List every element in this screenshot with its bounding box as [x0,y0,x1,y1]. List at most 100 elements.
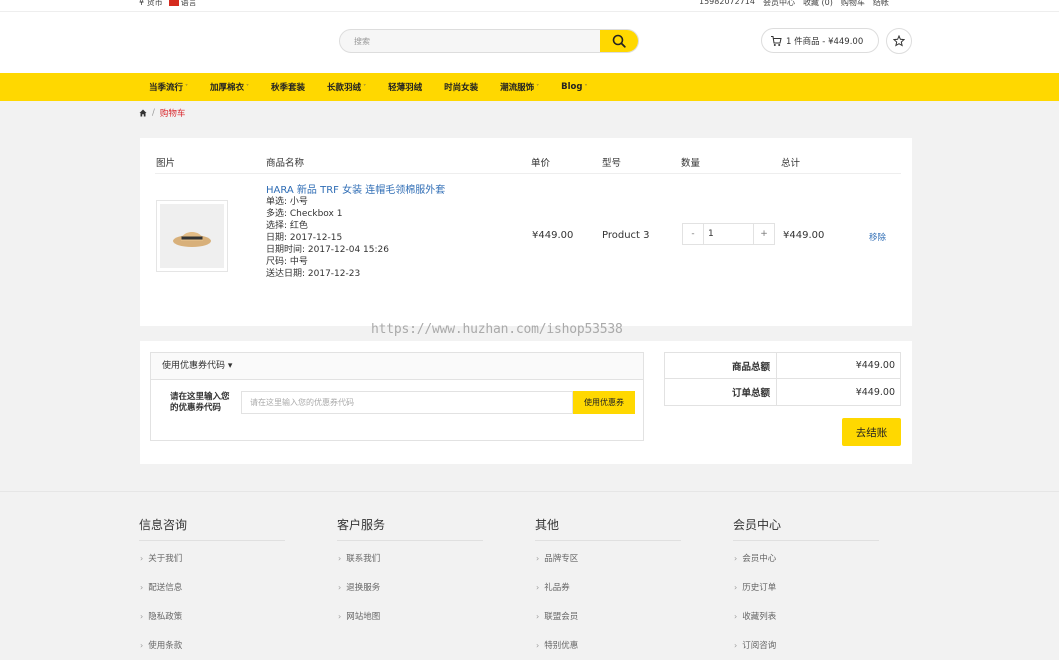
chevron-right-icon: › [734,612,738,621]
coupon-input[interactable] [241,391,573,414]
footer-link[interactable]: › 品牌专区 [535,552,681,581]
cart-icon [771,35,782,46]
product-name-link[interactable]: HARA 新品 TRF 女装 连帽毛领棉服外套 [266,181,445,196]
nav-item-label: 潮流服饰 [500,83,535,93]
home-icon[interactable] [139,109,147,117]
qty-increase-button[interactable]: + [754,229,774,239]
checkout-link[interactable]: 结帐 [873,0,889,8]
footer-link[interactable]: › 会员中心 [733,552,879,581]
chevron-right-icon: › [536,641,540,650]
footer-link[interactable]: › 网站地图 [337,610,483,639]
cart-link[interactable]: 购物车 [841,0,865,8]
breadcrumb-separator: / [152,108,155,118]
footer-link[interactable]: › 特别优惠 [535,639,681,660]
quantity-stepper: - 1 + [682,223,775,245]
checkout-button[interactable]: 去结账 [842,418,901,446]
line-total: ¥449.00 [783,230,825,241]
watermark-text: https://www.huzhan.com/ishop53538 [371,322,623,337]
apply-coupon-button[interactable]: 使用优惠券 [573,391,635,414]
chevron-right-icon: › [140,641,144,650]
nav-item-label: 当季流行 [149,83,184,93]
nav-item[interactable]: 当季流行 ˅ [149,81,188,93]
currency-selector[interactable]: ¥ 货币 [139,0,163,8]
search-button[interactable] [600,30,638,52]
subtotal-value: ¥449.00 [855,360,895,371]
coupon-toggle[interactable]: 使用优惠券代码 ▾ [151,353,643,380]
language-selector[interactable]: 语言 [168,0,197,8]
totals-row: 订单总额 ¥449.00 [665,379,900,405]
cart-summary-button[interactable]: 1 件商品 - ¥449.00 [761,28,879,53]
qty-input[interactable]: 1 [703,224,754,244]
cart-summary-text: 1 件商品 - ¥449.00 [786,36,864,47]
option-line: 日期: 2017-12-15 [266,233,343,243]
nav-item[interactable]: 时尚女装 [444,81,478,93]
nav-item[interactable]: 秋季套装 [271,81,305,93]
footer-link[interactable]: › 隐私政策 [139,610,285,639]
chevron-right-icon: › [140,612,144,621]
totals-row: 商品总额 ¥449.00 [665,353,900,379]
unit-price: ¥449.00 [532,230,574,241]
option-line: 日期时间: 2017-12-04 15:26 [266,245,389,255]
header: 1 件商品 - ¥449.00 [0,12,1059,73]
chevron-right-icon: › [536,612,540,621]
footer-link[interactable]: › 历史订单 [733,581,879,610]
footer-column: 信息咨询 › 关于我们 › 配送信息 › 隐私政策 › 使用条款 [139,516,285,660]
chevron-down-icon: ˅ [536,83,540,91]
footer-link[interactable]: › 联系我们 [337,552,483,581]
nav-item[interactable]: Blog ˅ [561,82,587,92]
nav-item[interactable]: 潮流服饰 ˅ [500,81,539,93]
hat-image [173,232,211,247]
qty-decrease-button[interactable]: - [683,229,703,239]
footer-link[interactable]: › 联盟会员 [535,610,681,639]
footer-link-label: 配送信息 [148,583,183,593]
col-header-qty: 数量 [681,158,701,169]
footer-link[interactable]: › 配送信息 [139,581,285,610]
footer-heading: 其他 [535,516,681,541]
top-bar: ¥ 货币 语言 15982072714 会员中心 收藏 (0) 购物车 结帐 [0,0,1059,12]
option-line: 尺码: 中号 [266,257,308,267]
nav-item[interactable]: 长款羽绒 ˅ [327,81,366,93]
breadcrumb-current[interactable]: 购物车 [160,107,186,119]
product-model: Product 3 [602,230,650,241]
wishlist-link[interactable]: 收藏 (0) [803,0,833,8]
nav-item-label: 加厚棉衣 [210,83,245,93]
option-line: 单选: 小号 [266,197,308,207]
footer-link[interactable]: › 关于我们 [139,552,285,581]
footer-link-label: 会员中心 [742,554,777,564]
footer-link-label: 联系我们 [346,554,381,564]
chevron-down-icon: ˅ [584,83,588,91]
footer-link[interactable]: › 订阅咨询 [733,639,879,660]
chevron-right-icon: › [734,641,738,650]
account-link[interactable]: 会员中心 [763,0,795,8]
phone-number: 15982072714 [699,0,755,6]
footer-link-label: 礼品券 [544,583,570,593]
nav-item-label: 长款羽绒 [327,83,362,93]
chevron-right-icon: › [536,554,540,563]
coupon-label: 请在这里输入您的优惠券代码 [170,392,230,413]
option-line: 多选: Checkbox 1 [266,209,343,219]
footer-link[interactable]: › 收藏列表 [733,610,879,639]
footer-link-label: 使用条款 [148,641,183,651]
footer-column: 其他 › 品牌专区 › 礼品券 › 联盟会员 › 特别优惠 [535,516,681,660]
coupon-box: 使用优惠券代码 ▾ 请在这里输入您的优惠券代码 使用优惠券 [150,352,644,441]
product-thumbnail[interactable] [156,200,228,272]
chevron-right-icon: › [140,583,144,592]
cart-table: 图片 商品名称 单价 型号 数量 总计 HARA 新品 TRF 女装 连帽毛领棉… [140,138,912,326]
footer-link[interactable]: › 礼品券 [535,581,681,610]
col-header-price: 单价 [531,158,551,169]
footer: 信息咨询 › 关于我们 › 配送信息 › 隐私政策 › 使用条款 客户服务 › 联系我们 … [0,491,1059,660]
search-input[interactable] [340,30,590,52]
footer-link-label: 品牌专区 [544,554,579,564]
subtotal-label: 商品总额 [665,353,777,378]
footer-heading: 客户服务 [337,516,483,541]
wishlist-button[interactable] [886,28,912,54]
chevron-right-icon: › [734,554,738,563]
nav-item[interactable]: 加厚棉衣 ˅ [210,81,249,93]
footer-link[interactable]: › 使用条款 [139,639,285,660]
star-icon [893,35,905,47]
remove-button[interactable]: 移除 [869,231,886,243]
nav-item-label: 秋季套装 [271,83,306,93]
footer-link-label: 隐私政策 [148,612,183,622]
footer-link[interactable]: › 退换服务 [337,581,483,610]
nav-item[interactable]: 轻薄羽绒 [388,81,422,93]
